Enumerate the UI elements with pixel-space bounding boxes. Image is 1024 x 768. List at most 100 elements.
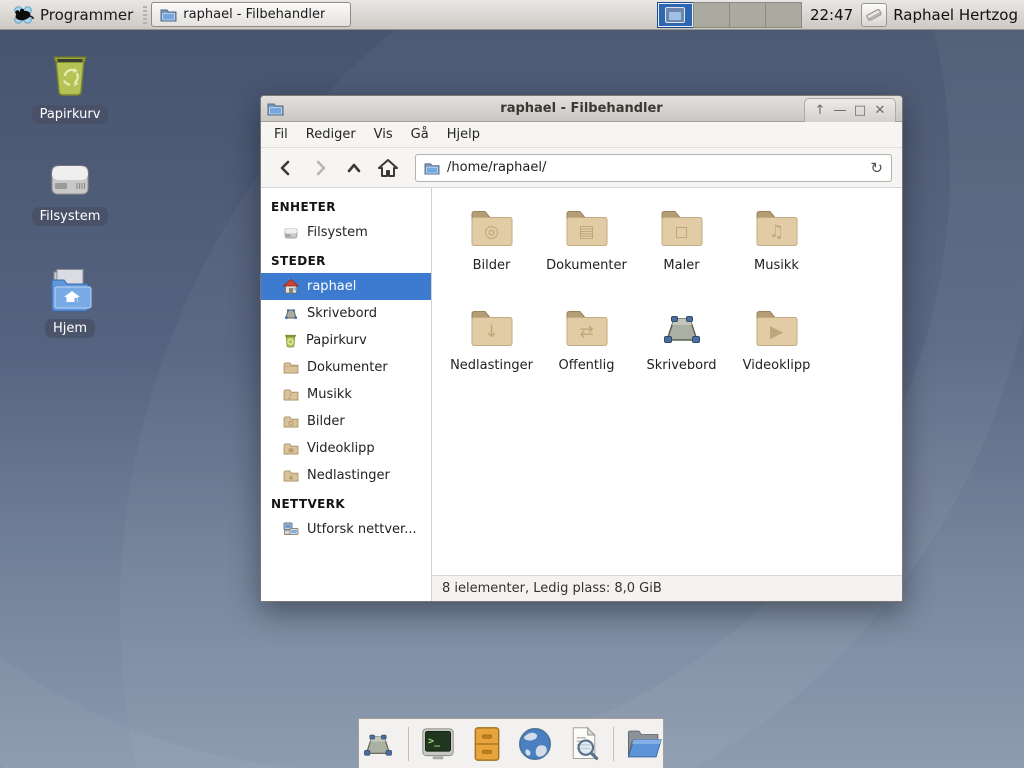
- sidebar-item-label: Bilder: [307, 414, 345, 429]
- desktop-icon: [658, 304, 706, 352]
- web-browser-launcher[interactable]: [516, 724, 555, 764]
- back-button[interactable]: [271, 154, 301, 182]
- sidebar-item-filsystem[interactable]: Filsystem: [261, 219, 431, 246]
- template-emblem-icon: ◻: [658, 216, 706, 248]
- file-maler[interactable]: ◻ Maler: [634, 198, 729, 298]
- file-label: Dokumenter: [546, 258, 627, 273]
- sidebar-item-label: Skrivebord: [307, 306, 377, 321]
- file-videoklipp[interactable]: ▶ Videoklipp: [729, 298, 824, 398]
- file-label: Offentlig: [559, 358, 615, 373]
- file-label: Musikk: [754, 258, 799, 273]
- top-panel: Programmer raphael - Filbehandler 22:47: [0, 0, 1024, 30]
- desktop-icon-filesystem[interactable]: Filsystem: [18, 158, 122, 226]
- forward-icon: [311, 159, 329, 177]
- sidebar-item-skrivebord[interactable]: Skrivebord: [261, 300, 431, 327]
- open-folder-icon: [625, 727, 663, 761]
- sidebar-item-dokumenter[interactable]: Dokumenter: [261, 354, 431, 381]
- home-icon: [377, 158, 399, 178]
- sidebar-item-label: Musikk: [307, 387, 352, 402]
- menu-go[interactable]: Gå: [402, 124, 438, 145]
- file-manager-launcher[interactable]: [624, 724, 663, 764]
- menubar: Fil Rediger Vis Gå Hjelp: [261, 122, 902, 148]
- desktop-icon-home[interactable]: Hjem: [18, 268, 122, 338]
- dock-separator: [613, 727, 614, 761]
- trash-icon: [283, 333, 298, 348]
- sidebar-header-network: NETTVERK: [261, 489, 431, 516]
- desktop-icon-label: Papirkurv: [32, 105, 109, 124]
- clock: 22:47: [810, 6, 853, 24]
- desktop-icon-label: Filsystem: [32, 207, 109, 226]
- terminal-icon: >_: [420, 727, 456, 761]
- sidebar-header-devices: ENHETER: [261, 192, 431, 219]
- workspace-4[interactable]: [765, 2, 802, 28]
- maximize-button[interactable]: □: [852, 103, 868, 118]
- home-button[interactable]: [373, 154, 403, 182]
- forward-button[interactable]: [305, 154, 335, 182]
- workspace-2[interactable]: [693, 2, 730, 28]
- music-emblem-icon: ♫: [753, 216, 801, 248]
- toolbar: /home/raphael/ ↻: [261, 148, 902, 188]
- file-musikk[interactable]: ♫ Musikk: [729, 198, 824, 298]
- search-files-launcher[interactable]: [565, 724, 604, 764]
- menu-view[interactable]: Vis: [365, 124, 402, 145]
- workspace-1-active[interactable]: [657, 2, 694, 28]
- file-label: Videoklipp: [743, 358, 811, 373]
- sidebar-item-musikk[interactable]: ♪ Musikk: [261, 381, 431, 408]
- workspace-window-thumbnail: [665, 7, 685, 23]
- camera-emblem-icon: ◎: [468, 216, 516, 248]
- sidebar-item-papirkurv[interactable]: Papirkurv: [261, 327, 431, 354]
- terminal-launcher[interactable]: >_: [419, 724, 458, 764]
- sidebar-item-raphael[interactable]: raphael: [261, 273, 431, 300]
- path-bar[interactable]: /home/raphael/ ↻: [415, 154, 892, 182]
- menu-edit[interactable]: Rediger: [297, 124, 365, 145]
- workspace-3[interactable]: [729, 2, 766, 28]
- file-label: Skrivebord: [646, 358, 716, 373]
- file-label: Bilder: [473, 258, 511, 273]
- panel-grip: [143, 6, 147, 24]
- workspace-switcher[interactable]: [658, 2, 802, 28]
- taskbar-window-button[interactable]: raphael - Filbehandler: [151, 2, 351, 27]
- applications-menu-button[interactable]: Programmer: [6, 2, 139, 28]
- sidebar-item-label: Dokumenter: [307, 360, 388, 375]
- sidebar-item-label: Filsystem: [307, 225, 368, 240]
- sidebar-item-network[interactable]: Utforsk nettver...: [261, 516, 431, 543]
- sidebar-item-nedlastinger[interactable]: Nedlastinger: [261, 462, 431, 489]
- window-controls: ↑ — □ ✕: [804, 98, 896, 122]
- xfce-mouse-logo-icon: [12, 4, 34, 26]
- file-cabinet-launcher[interactable]: [467, 724, 506, 764]
- desktop-icon-trash[interactable]: Papirkurv: [18, 50, 122, 124]
- harddrive-icon: [46, 158, 94, 200]
- reload-button[interactable]: ↻: [870, 159, 883, 177]
- home-folder-icon: [46, 268, 94, 312]
- file-skrivebord[interactable]: Skrivebord: [634, 298, 729, 398]
- share-emblem-icon: ⇄: [563, 316, 611, 348]
- menu-help[interactable]: Hjelp: [438, 124, 489, 145]
- show-desktop-button[interactable]: [359, 724, 398, 764]
- file-bilder[interactable]: ◎ Bilder: [444, 198, 539, 298]
- folder-icon: [283, 442, 299, 455]
- file-grid: ◎ Bilder ▤ Dokumenter: [432, 188, 902, 575]
- user-menu[interactable]: Raphael Hertzog: [861, 3, 1018, 27]
- sidebar-item-videoklipp[interactable]: Videoklipp: [261, 435, 431, 462]
- sidebar-item-bilder[interactable]: Bilder: [261, 408, 431, 435]
- file-offentlig[interactable]: ⇄ Offentlig: [539, 298, 634, 398]
- sidebar-item-label: Utforsk nettver...: [307, 522, 417, 537]
- folder-window-icon: [160, 7, 177, 22]
- sidebar-item-label: Nedlastinger: [307, 468, 390, 483]
- file-nedlastinger[interactable]: ↓ Nedlastinger: [444, 298, 539, 398]
- statusbar: 8 ielementer, Ledig plass: 8,0 GiB: [432, 575, 902, 601]
- shade-button[interactable]: ↑: [812, 103, 828, 118]
- minimize-button[interactable]: —: [832, 103, 848, 118]
- titlebar[interactable]: raphael - Filbehandler ↑ — □ ✕: [261, 96, 902, 122]
- close-button[interactable]: ✕: [872, 103, 888, 118]
- up-button[interactable]: [339, 154, 369, 182]
- applications-menu-label: Programmer: [40, 6, 133, 24]
- menu-file[interactable]: Fil: [265, 124, 297, 145]
- desktop-icon: [283, 307, 299, 321]
- trash-icon: [46, 50, 94, 98]
- file-dokumenter[interactable]: ▤ Dokumenter: [539, 198, 634, 298]
- home-icon: [283, 279, 299, 294]
- path-input[interactable]: /home/raphael/: [447, 160, 863, 175]
- harddrive-icon: [283, 226, 299, 240]
- file-label: Nedlastinger: [450, 358, 533, 373]
